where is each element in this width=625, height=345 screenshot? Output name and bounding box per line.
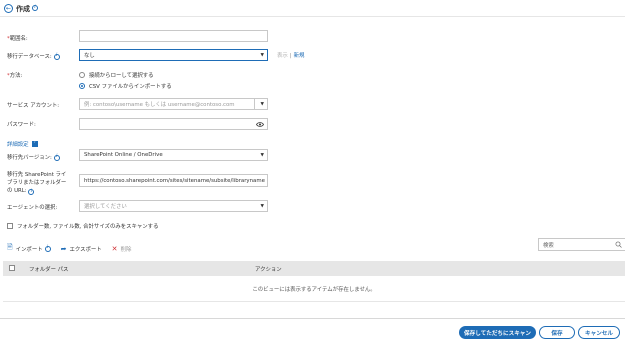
page-header: ← 作成 i bbox=[0, 0, 625, 17]
table-toolbar: 🗎 インポート i ➦ エクスポート ✕ 削除 bbox=[7, 243, 141, 254]
chevron-down-icon[interactable]: ˅ bbox=[31, 141, 38, 147]
checkbox[interactable] bbox=[7, 223, 13, 229]
info-icon[interactable]: i bbox=[44, 245, 51, 252]
import-button[interactable]: 🗎 インポート i bbox=[7, 243, 51, 254]
search-input[interactable]: 検索 bbox=[538, 238, 625, 251]
column-header-folder-path[interactable]: フォルダー パス bbox=[29, 265, 68, 273]
method-option-csv[interactable]: CSV ファイルからインポートする bbox=[79, 82, 172, 90]
advanced-settings-label: 詳細設定 bbox=[7, 142, 29, 148]
import-label: インポート bbox=[15, 246, 43, 253]
migration-db-links: 表示 | 新規 bbox=[277, 53, 305, 59]
export-button[interactable]: ➦ エクスポート bbox=[61, 245, 102, 253]
info-icon[interactable]: i bbox=[53, 154, 60, 161]
method-label: *方法: bbox=[7, 73, 23, 79]
name-input[interactable] bbox=[79, 30, 268, 42]
scan-only-label: フォルダー数, ファイル数, 合計サイズのみをスキャンする bbox=[17, 224, 159, 230]
column-header-action[interactable]: アクション bbox=[255, 265, 282, 273]
export-icon: ➦ bbox=[60, 244, 67, 253]
password-label: パスワード: bbox=[7, 122, 36, 128]
info-icon[interactable]: i bbox=[28, 189, 35, 196]
new-link[interactable]: 新規 bbox=[294, 53, 305, 59]
scan-only-option[interactable]: フォルダー数, ファイル数, 合計サイズのみをスキャンする bbox=[7, 222, 158, 230]
agent-dropdown[interactable]: 選択してください ▼ bbox=[79, 200, 268, 212]
service-account-combobox[interactable]: 例: contoso\username もしくは username@contos… bbox=[79, 98, 268, 110]
advanced-settings-toggle[interactable]: 詳細設定 ˅ bbox=[7, 140, 38, 148]
divider bbox=[254, 99, 255, 109]
service-account-label: サービス アカウント: bbox=[7, 103, 60, 109]
agent-placeholder: 選択してください bbox=[84, 204, 127, 210]
target-version-value: SharePoint Online / OneDrive bbox=[84, 152, 163, 158]
name-label: *範囲名: bbox=[7, 36, 28, 42]
method-option-label: 接続からローして選択する bbox=[89, 73, 154, 79]
target-url-label: 移行先 SharePoint ライブラリまたはフォルダーの URL: i bbox=[7, 172, 67, 196]
save-and-scan-button[interactable]: 保存してただちにスキャン bbox=[459, 326, 536, 339]
info-icon[interactable]: i bbox=[53, 53, 60, 60]
migration-db-label: 移行データベース: i bbox=[7, 52, 60, 60]
show-link: 表示 bbox=[277, 53, 288, 59]
import-icon: 🗎 bbox=[7, 243, 13, 251]
service-account-placeholder: 例: contoso\username もしくは username@contos… bbox=[84, 102, 235, 108]
chevron-down-icon: ▼ bbox=[260, 53, 264, 58]
export-label: エクスポート bbox=[69, 246, 102, 253]
info-icon[interactable]: i bbox=[32, 5, 38, 11]
target-version-dropdown[interactable]: SharePoint Online / OneDrive ▼ bbox=[79, 149, 268, 161]
table-empty-row: このビューには表示するアイテムが存在しません。 bbox=[3, 276, 625, 302]
delete-button[interactable]: ✕ 削除 bbox=[112, 245, 132, 253]
select-all-checkbox[interactable] bbox=[9, 265, 15, 271]
save-button[interactable]: 保存 bbox=[539, 326, 575, 339]
chevron-down-icon: ▼ bbox=[260, 102, 264, 107]
chevron-down-icon: ▼ bbox=[260, 204, 264, 209]
radio-button[interactable] bbox=[79, 72, 85, 78]
migration-db-value: なし bbox=[84, 53, 95, 59]
chevron-down-icon: ▼ bbox=[260, 153, 264, 158]
cancel-button[interactable]: キャンセル bbox=[578, 326, 620, 339]
delete-label: 削除 bbox=[120, 246, 132, 253]
search-placeholder: 検索 bbox=[543, 242, 554, 249]
table-header: フォルダー パス アクション bbox=[3, 261, 625, 276]
back-arrow-icon[interactable]: ← bbox=[4, 4, 13, 13]
target-version-label: 移行先バージョン: i bbox=[7, 153, 60, 161]
agent-label: エージェントの選択: bbox=[7, 205, 58, 211]
target-url-input[interactable]: https://contoso.sharepoint.com/sites/sit… bbox=[79, 174, 268, 187]
search-icon[interactable] bbox=[615, 241, 622, 248]
radio-button-selected[interactable] bbox=[79, 83, 85, 89]
page-title: 作成 bbox=[16, 5, 30, 13]
password-field[interactable] bbox=[79, 118, 268, 130]
migration-db-dropdown[interactable]: なし ▼ bbox=[79, 49, 268, 61]
footer-bar: 保存してただちにスキャン 保存 キャンセル bbox=[0, 318, 625, 345]
delete-icon: ✕ bbox=[111, 244, 118, 253]
method-option-connect[interactable]: 接続からローして選択する bbox=[79, 71, 154, 79]
empty-message: このビューには表示するアイテムが存在しません。 bbox=[252, 287, 376, 293]
method-option-label: CSV ファイルからインポートする bbox=[89, 84, 172, 90]
eye-icon[interactable] bbox=[256, 122, 264, 127]
